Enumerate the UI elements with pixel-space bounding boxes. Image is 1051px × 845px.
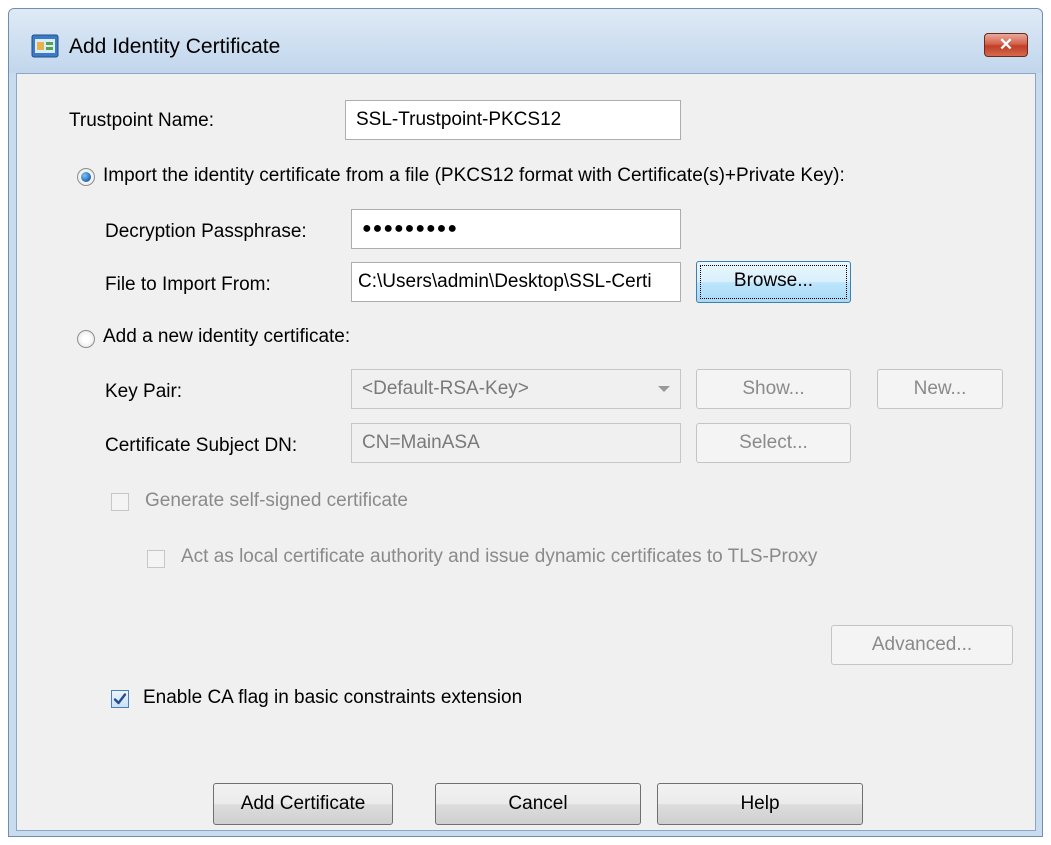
new-certificate-radio[interactable]: [77, 330, 95, 348]
new-certificate-radio-label: Add a new identity certificate:: [103, 326, 351, 347]
app-icon: [31, 34, 59, 58]
select-dn-button[interactable]: Select...: [696, 423, 851, 463]
title-bar[interactable]: Add Identity Certificate ✕: [9, 9, 1042, 73]
focus-ring: [700, 265, 847, 299]
enable-ca-flag-checkbox[interactable]: [111, 690, 129, 708]
certificate-subject-dn-input[interactable]: CN=MainASA: [351, 423, 681, 463]
local-ca-label: Act as local certificate authority and i…: [181, 546, 818, 567]
decryption-passphrase-input[interactable]: ●●●●●●●●●: [351, 209, 681, 249]
key-pair-label: Key Pair:: [105, 381, 183, 402]
browse-button[interactable]: Browse...: [696, 261, 851, 303]
import-file-radio-label: Import the identity certificate from a f…: [103, 165, 845, 186]
local-ca-checkbox[interactable]: [147, 550, 165, 568]
generate-self-signed-checkbox[interactable]: [111, 493, 129, 511]
file-to-import-input[interactable]: C:\Users\admin\Desktop\SSL-Certi: [351, 262, 681, 302]
dialog-body: Trustpoint Name: SSL-Trustpoint-PKCS12 I…: [16, 73, 1036, 831]
chevron-down-icon: [658, 386, 670, 392]
checkmark-icon: [113, 693, 127, 705]
show-key-button[interactable]: Show...: [696, 369, 851, 409]
key-pair-selected-value: <Default-RSA-Key>: [362, 378, 529, 399]
close-icon: ✕: [998, 35, 1014, 54]
cancel-button[interactable]: Cancel: [435, 783, 641, 825]
enable-ca-flag-label: Enable CA flag in basic constraints exte…: [143, 687, 523, 708]
file-to-import-label: File to Import From:: [105, 274, 271, 295]
decryption-passphrase-label: Decryption Passphrase:: [105, 221, 307, 242]
dialog-window: Add Identity Certificate ✕ Trustpoint Na…: [8, 8, 1043, 837]
import-file-radio[interactable]: [77, 168, 95, 186]
certificate-subject-dn-label: Certificate Subject DN:: [105, 435, 298, 456]
advanced-button[interactable]: Advanced...: [831, 625, 1013, 665]
close-button[interactable]: ✕: [984, 33, 1028, 57]
trustpoint-name-label: Trustpoint Name:: [69, 110, 215, 131]
help-button[interactable]: Help: [657, 783, 863, 825]
trustpoint-name-input[interactable]: SSL-Trustpoint-PKCS12: [345, 100, 681, 140]
new-key-button[interactable]: New...: [877, 369, 1003, 409]
generate-self-signed-label: Generate self-signed certificate: [145, 490, 408, 511]
key-pair-select[interactable]: <Default-RSA-Key>: [351, 369, 681, 409]
window-title: Add Identity Certificate: [69, 35, 281, 58]
add-certificate-button[interactable]: Add Certificate: [213, 783, 393, 825]
